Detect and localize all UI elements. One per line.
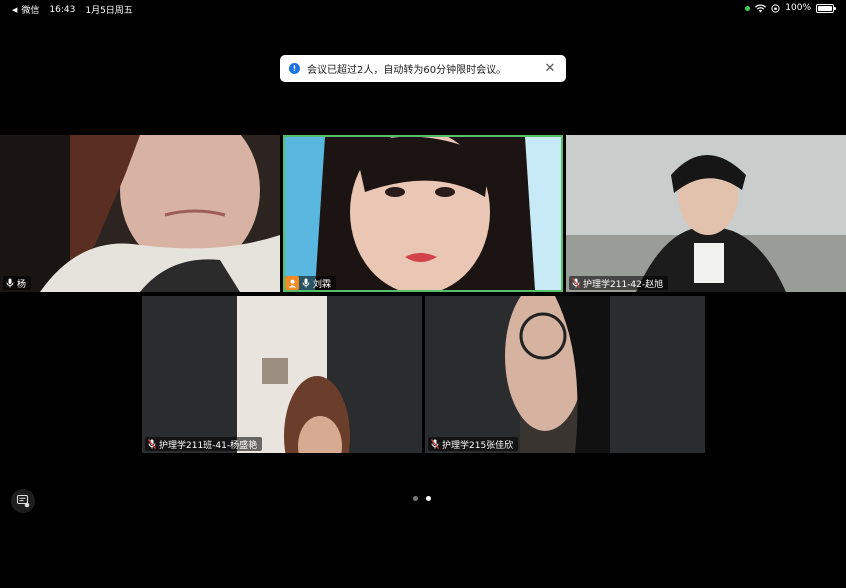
orientation-lock-icon <box>771 3 780 13</box>
microphone-muted-icon <box>148 439 156 449</box>
participant-name: 护理学215张佳欣 <box>442 440 514 451</box>
video-feed <box>142 296 422 453</box>
wifi-icon <box>755 3 767 12</box>
participant-name-tag: 护理学215张佳欣 <box>428 437 519 451</box>
microphone-muted-icon <box>572 278 580 288</box>
page-indicator[interactable] <box>413 496 431 501</box>
status-bar: ◀ 微信 16:43 1月5日周五 100% <box>0 0 846 18</box>
microphone-icon <box>302 278 310 288</box>
participant-name: 杨 <box>17 279 27 290</box>
participant-name-tag: 护理学211-42-赵旭 <box>569 276 669 290</box>
back-app-label[interactable]: 微信 <box>21 3 39 16</box>
participant-video-tile[interactable]: 刘霖 <box>283 135 563 292</box>
participant-video-tile[interactable]: 护理学211-42-赵旭 <box>566 135 846 292</box>
participant-name-tag: 杨 <box>3 276 32 290</box>
close-icon[interactable]: ✕ <box>540 59 560 79</box>
chat-button[interactable] <box>11 489 35 513</box>
host-badge-icon <box>285 276 299 290</box>
microphone-icon <box>6 278 14 288</box>
video-feed <box>285 137 561 290</box>
video-feed <box>566 135 846 292</box>
participant-video-tile[interactable]: 杨 <box>0 135 280 292</box>
video-feed <box>425 296 705 453</box>
participant-video-tile[interactable]: 护理学215张佳欣 <box>425 296 705 453</box>
back-arrow-icon[interactable]: ◀ <box>12 6 17 14</box>
battery-icon <box>816 3 836 13</box>
page-dot-1[interactable] <box>413 496 418 501</box>
video-feed <box>0 135 280 292</box>
status-time: 16:43 <box>49 4 76 15</box>
chat-icon <box>16 494 30 508</box>
camera-in-use-icon <box>745 5 751 11</box>
microphone-muted-icon <box>431 439 439 449</box>
toast-message: 会议已超过2人，自动转为60分钟限时会议。 <box>307 65 507 76</box>
battery-percent: 100% <box>785 3 811 13</box>
meeting-limit-toast: ! 会议已超过2人，自动转为60分钟限时会议。 ✕ <box>280 55 566 82</box>
status-date: 1月5日周五 <box>85 6 133 16</box>
participant-video-tile[interactable]: 护理学211班-41-杨盛艳 <box>142 296 422 453</box>
participant-name-tag: 护理学211班-41-杨盛艳 <box>145 437 263 451</box>
participant-name: 护理学211班-41-杨盛艳 <box>159 440 258 451</box>
info-icon: ! <box>289 63 300 74</box>
participant-name-tag: 刘霖 <box>285 276 337 290</box>
page-dot-2-active[interactable] <box>426 496 431 501</box>
participant-name: 刘霖 <box>313 279 332 290</box>
participant-name: 护理学211-42-赵旭 <box>583 279 664 290</box>
